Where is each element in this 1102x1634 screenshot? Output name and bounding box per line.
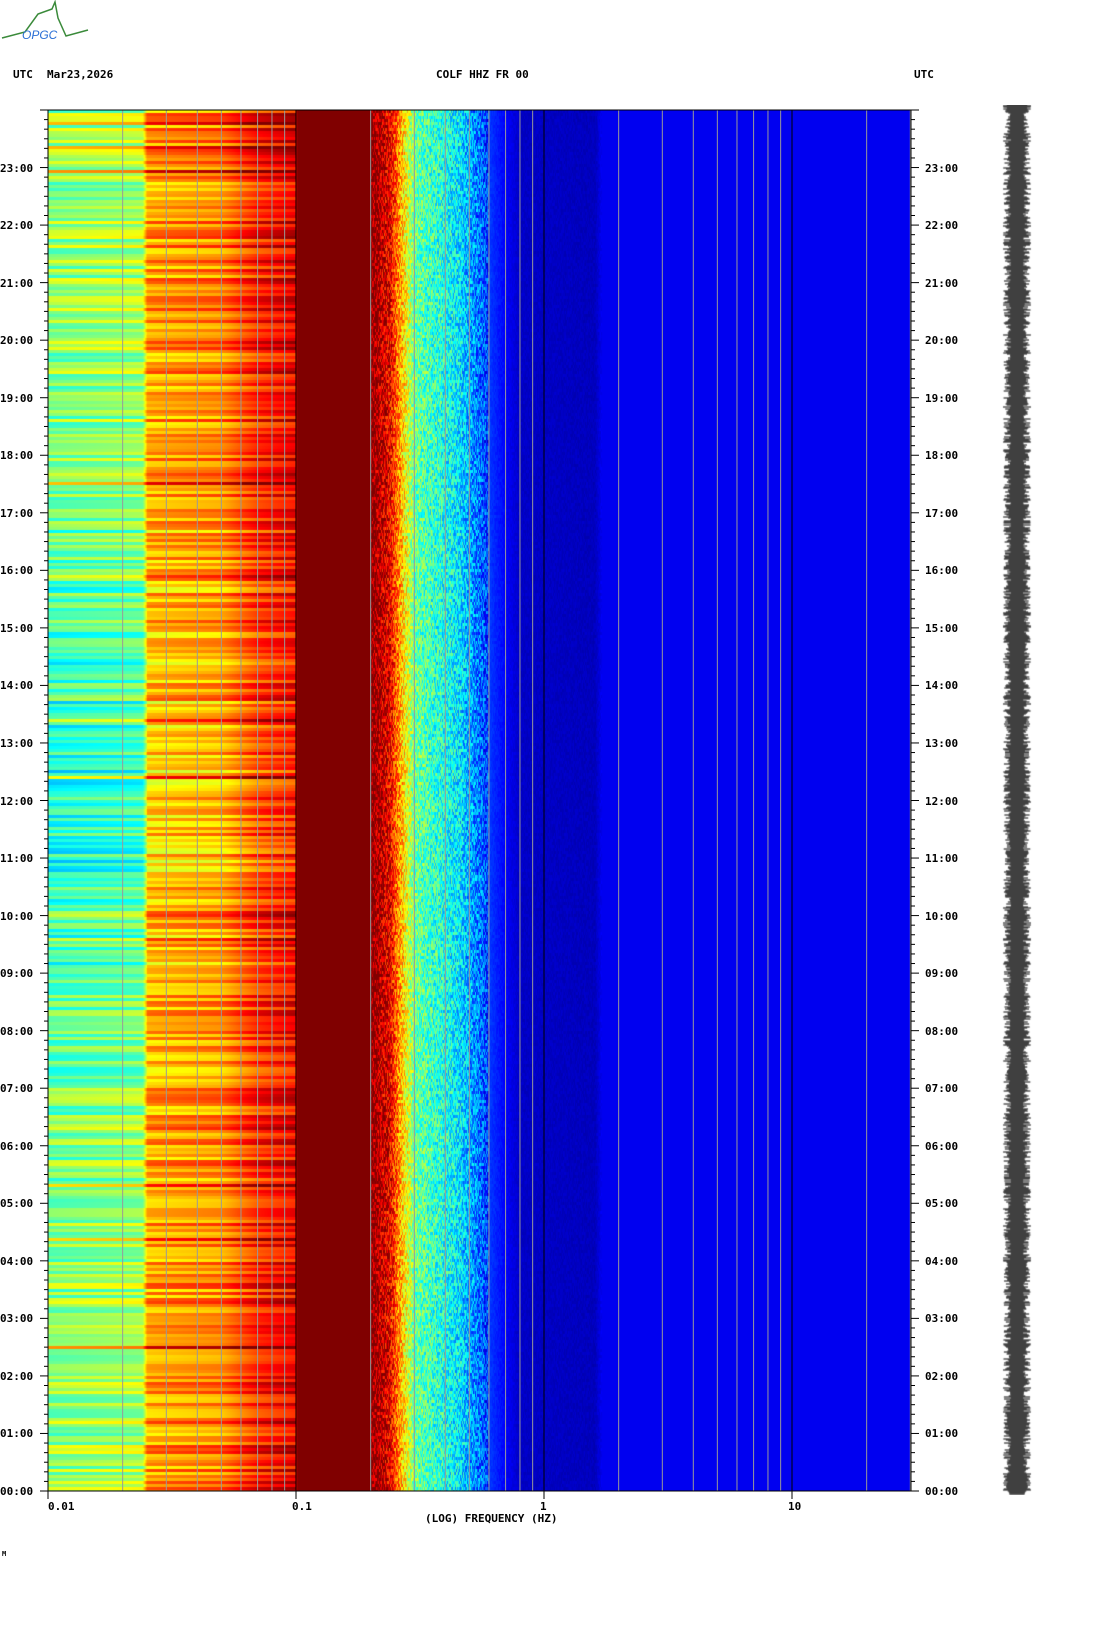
y-tick-label-left: 22:00	[0, 219, 34, 233]
seismogram-trace	[990, 105, 1045, 1495]
x-axis-label: (LOG) FREQUENCY (HZ)	[425, 1512, 558, 1525]
y-tick-label-right: 18:00	[925, 449, 959, 463]
y-tick-label-right: 03:00	[925, 1312, 959, 1326]
y-tick-label-right: 01:00	[925, 1427, 959, 1441]
y-tick-label-left: 13:00	[0, 736, 34, 750]
chart-axes	[40, 109, 919, 1499]
plot-frame	[47, 109, 912, 1492]
y-tick-label-right: 12:00	[925, 794, 959, 808]
y-tick-label-left: 19:00	[0, 391, 34, 405]
y-tick-label-right: 19:00	[925, 391, 959, 405]
y-tick-label-right: 02:00	[925, 1369, 959, 1383]
y-tick-label-right: 17:00	[925, 506, 959, 520]
y-tick-label-right: 04:00	[925, 1254, 959, 1268]
y-tick-label-left: 11:00	[0, 852, 34, 866]
y-tick-label-right: 22:00	[925, 219, 959, 233]
x-tick-label: 0.1	[292, 1500, 312, 1513]
y-tick-label-right: 08:00	[925, 1024, 959, 1038]
y-tick-label-left: 10:00	[0, 909, 34, 923]
y-tick-label-right: 06:00	[925, 1139, 959, 1153]
y-tick-label-right: 13:00	[925, 736, 959, 750]
y-tick-label-right: 05:00	[925, 1197, 959, 1211]
y-tick-label-left: 04:00	[0, 1254, 34, 1268]
y-tick-label-left: 23:00	[0, 161, 34, 175]
y-tick-label-left: 08:00	[0, 1024, 34, 1038]
y-tick-label-left: 03:00	[0, 1312, 34, 1326]
y-tick-label-left: 14:00	[0, 679, 34, 693]
y-tick-label-left: 18:00	[0, 449, 34, 463]
y-tick-label-left: 12:00	[0, 794, 34, 808]
y-tick-label-left: 15:00	[0, 621, 34, 635]
y-tick-label-right: 00:00	[925, 1485, 959, 1498]
y-tick-label-left: 07:00	[0, 1082, 34, 1096]
x-tick-label: 10	[788, 1500, 802, 1513]
y-tick-label-right: 11:00	[925, 852, 959, 866]
y-tick-label-right: 21:00	[925, 276, 959, 290]
x-tick-label: 0.01	[48, 1500, 75, 1513]
y-tick-label-left: 20:00	[0, 334, 34, 348]
y-tick-label-left: 16:00	[0, 564, 34, 578]
y-tick-label-left: 09:00	[0, 967, 34, 981]
y-tick-label-right: 16:00	[925, 564, 959, 578]
y-tick-label-left: 21:00	[0, 276, 34, 290]
y-tick-label-right: 09:00	[925, 967, 959, 981]
y-tick-label-left: 17:00	[0, 506, 34, 520]
y-tick-label-left: 05:00	[0, 1197, 34, 1211]
y-tick-label-left: 06:00	[0, 1139, 34, 1153]
y-tick-label-left: 00:00	[0, 1485, 34, 1498]
y-tick-label-right: 14:00	[925, 679, 959, 693]
footer-mark: M	[2, 1550, 7, 1558]
y-tick-label-left: 01:00	[0, 1427, 34, 1441]
y-tick-label-right: 15:00	[925, 621, 959, 635]
y-tick-label-right: 10:00	[925, 909, 959, 923]
y-tick-label-right: 23:00	[925, 161, 959, 175]
y-tick-label-right: 07:00	[925, 1082, 959, 1096]
y-tick-label-right: 20:00	[925, 334, 959, 348]
y-tick-label-left: 02:00	[0, 1369, 34, 1383]
